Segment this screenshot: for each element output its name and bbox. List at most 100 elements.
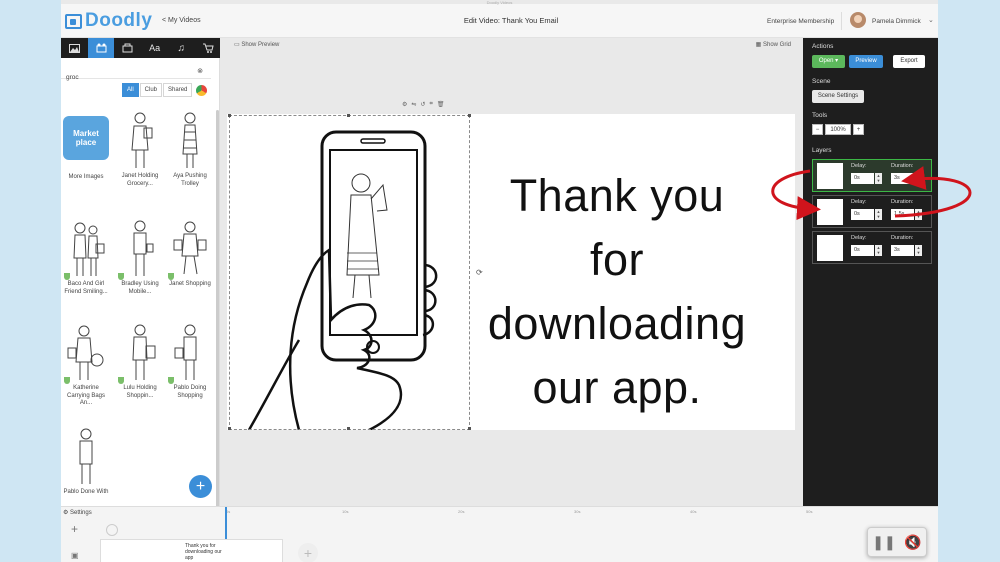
trash-icon[interactable]: 🗑 — [437, 101, 445, 108]
window-title: Doodly Videos — [61, 0, 938, 5]
layer-item[interactable]: Delay: Duration: 0s ▲ ▼ 3s ▲ ▼ — [812, 159, 932, 192]
asset-item[interactable]: Pablo Doing Shopping — [165, 322, 215, 400]
delay-input[interactable]: 0s — [851, 209, 874, 220]
marketplace-item[interactable]: Market place More Images — [61, 110, 111, 182]
asset-item[interactable]: Aya Pushing Trolley — [165, 110, 215, 188]
resize-handle[interactable] — [347, 427, 350, 430]
filter-chips: All Club Shared — [122, 83, 208, 97]
resize-handle[interactable] — [347, 114, 350, 117]
delay-input[interactable]: 0s — [851, 245, 874, 256]
zoom-value[interactable]: 100% — [825, 124, 851, 135]
shield-icon — [168, 377, 174, 384]
scene-settings-button[interactable]: Scene Settings — [812, 90, 864, 103]
timeline-ruler: 0s 10s 20s 30s 40s 50s — [216, 509, 936, 519]
add-scene-icon[interactable]: + — [71, 522, 78, 536]
avatar[interactable] — [850, 12, 866, 28]
asset-item[interactable]: Janet Shopping — [165, 218, 215, 289]
scene-icon[interactable] — [87, 38, 115, 58]
tools-label: Tools — [812, 112, 828, 119]
filter-shared[interactable]: Shared — [163, 83, 193, 97]
doodly-logo[interactable]: Doodly — [65, 10, 152, 32]
asset-label: Janet Holding Grocery... — [121, 173, 159, 187]
headline-line: Thank you for — [509, 170, 725, 285]
asset-scrollbar[interactable] — [216, 110, 219, 510]
image-icon[interactable]: ▣ — [71, 551, 79, 560]
scene-stage[interactable]: ⟳ Thank you for downloading our app. — [227, 114, 795, 430]
duration-label: Duration: — [891, 235, 914, 241]
music-icon[interactable]: ♫ — [168, 38, 195, 58]
rotate-icon[interactable]: ↺ — [420, 101, 425, 108]
delay-stepper[interactable]: ▲ ▼ — [875, 209, 882, 220]
pause-icon[interactable]: ❚❚ — [872, 534, 895, 551]
show-preview-toggle[interactable]: ▭ Show Preview — [234, 41, 279, 48]
my-videos-link[interactable]: < My Videos — [162, 17, 201, 24]
actions-label: Actions — [812, 43, 834, 50]
asset-item[interactable]: Katherine Carrying Bags An... — [61, 322, 111, 408]
text-icon[interactable]: Aa — [141, 38, 168, 58]
delay-stepper[interactable]: ▲ ▼ — [875, 245, 882, 256]
asset-item[interactable]: Lulu Holding Shoppin... — [115, 322, 165, 400]
filter-all[interactable]: All — [122, 83, 139, 97]
asset-item[interactable]: Pablo Done With — [61, 426, 111, 497]
character-thumbnail — [168, 322, 210, 384]
image-icon[interactable] — [61, 38, 88, 58]
zoom-in-button[interactable]: + — [853, 124, 864, 135]
layer-order-icon[interactable]: ⚙ — [402, 101, 407, 108]
headline-line: downloading — [487, 298, 747, 349]
duration-label: Duration: — [891, 199, 914, 205]
resize-handle[interactable] — [228, 114, 231, 117]
asset-item[interactable]: Bradley Using Mobile... — [115, 218, 165, 296]
asset-panel: Aa ♫ ‹ ⊗ All Club Shared Market place Mo… — [61, 38, 229, 510]
duration-stepper[interactable]: ▲ ▼ — [915, 173, 922, 184]
flip-icon[interactable]: ⇋ — [411, 101, 416, 108]
top-bar: Doodly Videos Doodly < My Videos Edit Vi… — [61, 0, 938, 38]
marketplace-tile: Market place — [63, 116, 109, 160]
duration-stepper[interactable]: ▲ ▼ — [915, 209, 922, 220]
delay-input[interactable]: 0s — [851, 173, 874, 184]
chevron-down-icon[interactable]: ⌄ — [928, 16, 934, 24]
headline-text[interactable]: Thank you for downloading our app. — [477, 164, 757, 420]
cart-icon[interactable] — [195, 38, 222, 58]
ruler-mark: 20s — [458, 509, 465, 514]
export-button[interactable]: Export — [893, 55, 925, 68]
layer-item[interactable]: Delay: Duration: 0s ▲ ▼ 3s ▲ ▼ — [812, 231, 932, 264]
scene-clip[interactable]: Thank you for downloading our app — [100, 539, 283, 562]
delay-stepper[interactable]: ▲ ▼ — [875, 173, 882, 184]
asset-item[interactable]: Janet Holding Grocery... — [115, 110, 165, 188]
selection-box — [229, 115, 470, 430]
add-asset-button[interactable]: + — [189, 475, 212, 498]
user-name[interactable]: Pamela Dimmick — [872, 18, 921, 25]
props-icon[interactable] — [114, 38, 141, 58]
resize-handle[interactable] — [228, 427, 231, 430]
timeline-settings[interactable]: ⚙ Settings — [63, 509, 92, 516]
clear-search-icon[interactable]: ⊗ — [197, 67, 203, 75]
clip-text: Thank you for downloading our app — [185, 543, 222, 561]
duration-input[interactable]: 3s — [891, 173, 914, 184]
timeline: ⚙ Settings 0s 10s 20s 30s 40s 50s + ▣ Thank y… — [61, 506, 938, 562]
asset-label: Janet Shopping — [169, 281, 211, 287]
crop-icon[interactable]: ⌗ — [429, 101, 432, 108]
open-button[interactable]: Open ▾ — [812, 55, 845, 68]
filter-club[interactable]: Club — [139, 83, 163, 97]
asset-item[interactable]: Baco And Girl Friend Smiling... — [61, 218, 111, 296]
layer-item[interactable]: Delay: Duration: 0s ▲ ▼ 1.5s ▲ ▼ — [812, 195, 932, 228]
canvas-area: ▭ Show Preview ▦ Show Grid ⚙ ⇋ ↺ ⌗ 🗑 ⟳ T… — [220, 38, 803, 506]
character-thumbnail — [118, 218, 160, 280]
add-clip-button[interactable]: + — [298, 543, 318, 562]
header-divider — [841, 12, 842, 30]
show-grid-toggle[interactable]: ▦ Show Grid — [756, 41, 791, 48]
character-thumbnail — [64, 218, 106, 280]
duration-input[interactable]: 1.5s — [891, 209, 914, 220]
zoom-out-button[interactable]: − — [812, 124, 823, 135]
delay-label: Delay: — [851, 199, 867, 205]
search-input[interactable] — [61, 71, 181, 84]
ruler-mark: 50s — [806, 509, 813, 514]
chrome-icon[interactable] — [196, 84, 208, 96]
record-icon[interactable] — [106, 524, 118, 536]
preview-button[interactable]: Preview — [849, 55, 883, 68]
resize-handle[interactable] — [468, 427, 471, 430]
resize-handle[interactable] — [468, 114, 471, 117]
duration-input[interactable]: 3s — [891, 245, 914, 256]
duration-stepper[interactable]: ▲ ▼ — [915, 245, 922, 256]
mute-icon[interactable]: 🔇 — [904, 534, 921, 551]
